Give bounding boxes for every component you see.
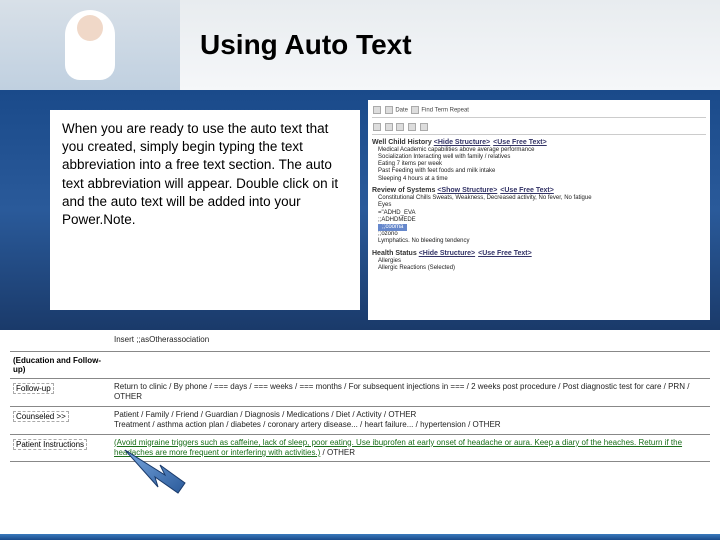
lower-row: Follow-up Return to clinic / By phone / … [10, 379, 710, 407]
ehr-section-header: Health Status <Hide Structure><Use Free … [372, 250, 706, 258]
ehr-item: Eating 7 items per week [378, 161, 706, 168]
ehr-item: ="ADHD_EVA [378, 210, 706, 217]
mid-band: When you are ready to use the auto text … [0, 90, 720, 330]
footer-accent-bar [0, 534, 720, 540]
row-content: Patient / Family / Friend / Guardian / D… [110, 410, 710, 431]
ehr-section-header: Well Child History <Hide Structure><Use … [372, 139, 706, 147]
instruction-text: When you are ready to use the auto text … [50, 110, 360, 310]
doctor-illustration [65, 10, 115, 80]
ehr-item: Constitutional Chills Sweats, Weakness, … [378, 195, 706, 202]
autotext-highlight: ;;cooma [378, 224, 407, 231]
ehr-item: ;;ADHDMEDE [378, 217, 706, 224]
header-photo [0, 0, 180, 90]
toolbar-label: Repeat [450, 108, 469, 114]
slide-title: Using Auto Text [200, 29, 412, 61]
toolbar-label: Date [395, 108, 408, 114]
toolbar-icon [408, 123, 416, 131]
ehr-toolbar: Date Find Term Repeat [372, 104, 706, 118]
toolbar-icon [396, 123, 404, 131]
ehr-screenshot: Date Find Term Repeat Well Child History… [368, 100, 710, 320]
lower-row: Insert ;;asOtherassociation [10, 332, 710, 352]
ehr-item: Past Feeding with feet foods and milk in… [378, 168, 706, 175]
toolbar-icon [420, 123, 428, 131]
row-content: Return to clinic / By phone / === days /… [110, 382, 710, 403]
ehr-item: Lymphatics. No bleeding tendency [378, 238, 706, 245]
ehr-item: Medical Academic capabilities above aver… [378, 147, 706, 154]
toolbar-label: Find Term [421, 108, 448, 114]
patient-instruction-autotext: (Avoid migraine triggers such as caffein… [114, 438, 682, 457]
lower-row: Patient Instructions (Avoid migraine tri… [10, 435, 710, 463]
ehr-toolbar-2 [372, 121, 706, 135]
ehr-item: Socialization Interacting well with fami… [378, 154, 706, 161]
lower-row: Counseled >> Patient / Family / Friend /… [10, 407, 710, 435]
row-label [10, 335, 110, 337]
slide-header: Using Auto Text [0, 0, 720, 90]
toolbar-icon [385, 106, 393, 114]
row-label: Patient Instructions [10, 438, 110, 451]
toolbar-icon [411, 106, 419, 114]
ehr-item: Eyes [378, 202, 706, 209]
row-label: Counseled >> [10, 410, 110, 423]
lower-row: (Education and Follow-up) [10, 352, 710, 379]
toolbar-icon [385, 123, 393, 131]
lower-screenshot: Insert ;;asOtherassociation (Education a… [0, 330, 720, 464]
ehr-item: Allergies [378, 258, 706, 265]
ehr-section-header: Review of Systems <Show Structure><Use F… [372, 187, 706, 195]
toolbar-icon [373, 123, 381, 131]
row-content: Insert ;;asOtherassociation [110, 335, 710, 345]
toolbar-icon [373, 106, 381, 114]
ehr-item: Sleeping 4 hours at a time [378, 176, 706, 183]
ehr-item: ;;ozono [378, 231, 706, 238]
ehr-item: ;;cooma [378, 224, 706, 231]
row-label: (Education and Follow-up) [10, 355, 110, 375]
row-label: Follow-up [10, 382, 110, 395]
ehr-item: Allergic Reactions (Selected) [378, 265, 706, 272]
row-content: (Avoid migraine triggers such as caffein… [110, 438, 710, 459]
